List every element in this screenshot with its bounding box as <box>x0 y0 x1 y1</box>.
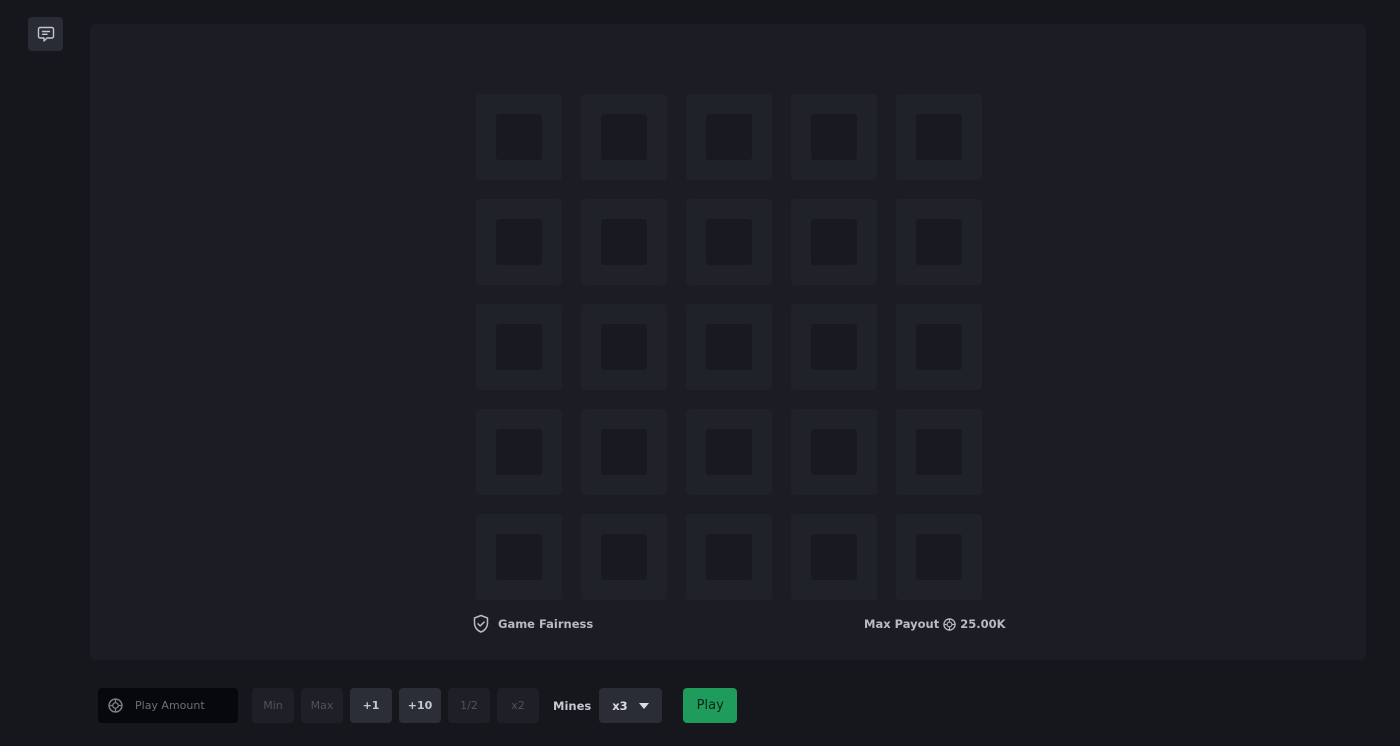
mine-tile[interactable] <box>896 94 982 180</box>
mines-select[interactable]: x3 <box>599 688 663 723</box>
mine-tile[interactable] <box>791 94 877 180</box>
plus-10-button[interactable]: +10 <box>399 688 441 723</box>
mine-tile[interactable] <box>686 199 772 285</box>
game-fairness-link[interactable]: Game Fairness <box>472 613 593 635</box>
mine-tile[interactable] <box>476 199 562 285</box>
half-button[interactable]: 1/2 <box>448 688 490 723</box>
mine-tile-inner <box>496 219 542 265</box>
max-payout-value: 25.00K <box>960 617 1006 631</box>
mine-tile-inner <box>496 429 542 475</box>
game-fairness-label: Game Fairness <box>498 617 594 631</box>
mine-tile[interactable] <box>581 199 667 285</box>
mine-tile-inner <box>811 114 857 160</box>
mine-tile-inner <box>916 114 962 160</box>
mine-tile-inner <box>601 429 647 475</box>
mine-tile[interactable] <box>896 514 982 600</box>
mine-tile-inner <box>916 324 962 370</box>
mine-tile[interactable] <box>686 304 772 390</box>
mines-label: Mines <box>553 698 592 713</box>
mine-tile[interactable] <box>896 409 982 495</box>
max-payout-label: Max Payout <box>864 617 940 631</box>
mine-tile[interactable] <box>581 409 667 495</box>
mine-tile[interactable] <box>791 304 877 390</box>
chat-icon <box>37 26 54 42</box>
page: Game Fairness Max Payout 25.00K Min <box>0 0 1400 746</box>
mine-grid <box>472 90 982 600</box>
mine-tile-inner <box>916 534 962 580</box>
shield-check-icon <box>473 614 489 633</box>
mine-tile-inner <box>601 324 647 370</box>
play-button[interactable]: Play <box>683 688 738 723</box>
mine-tile[interactable] <box>896 199 982 285</box>
mine-tile-inner <box>496 324 542 370</box>
mine-tile-inner <box>916 429 962 475</box>
coin-icon <box>108 698 123 713</box>
bet-controls: Min Max +1 +10 1/2 x2 Mines x3 Play <box>98 688 738 723</box>
mine-tile-inner <box>811 534 857 580</box>
mine-tile[interactable] <box>581 94 667 180</box>
mine-tile[interactable] <box>686 409 772 495</box>
mine-tile-inner <box>706 114 752 160</box>
mine-tile[interactable] <box>896 304 982 390</box>
mine-tile-inner <box>496 534 542 580</box>
mine-tile-inner <box>811 219 857 265</box>
mine-tile[interactable] <box>791 199 877 285</box>
mine-tile[interactable] <box>581 514 667 600</box>
mine-tile[interactable] <box>476 514 562 600</box>
mine-tile-inner <box>706 534 752 580</box>
mine-tile[interactable] <box>686 514 772 600</box>
mine-tile-inner <box>811 324 857 370</box>
mine-tile-inner <box>706 219 752 265</box>
double-button[interactable]: x2 <box>497 688 539 723</box>
mine-tile-inner <box>916 219 962 265</box>
mine-tile[interactable] <box>791 409 877 495</box>
mine-tile[interactable] <box>476 94 562 180</box>
mine-tile-inner <box>601 219 647 265</box>
coin-icon <box>943 617 956 631</box>
mine-tile[interactable] <box>791 514 877 600</box>
mine-tile[interactable] <box>476 304 562 390</box>
max-payout: Max Payout 25.00K <box>864 613 1006 635</box>
plus-1-button[interactable]: +1 <box>350 688 392 723</box>
mine-tile[interactable] <box>581 304 667 390</box>
caret-down-icon <box>639 702 650 709</box>
mine-tile-inner <box>601 114 647 160</box>
mine-tile-inner <box>496 114 542 160</box>
max-button[interactable]: Max <box>301 688 343 723</box>
min-button[interactable]: Min <box>252 688 294 723</box>
mine-tile[interactable] <box>686 94 772 180</box>
play-amount-input[interactable] <box>133 698 237 713</box>
mine-tile-inner <box>601 534 647 580</box>
mine-tile-inner <box>706 429 752 475</box>
mines-value: x3 <box>612 698 628 713</box>
play-amount-field[interactable] <box>98 688 238 723</box>
mine-tile-inner <box>811 429 857 475</box>
mine-tile[interactable] <box>476 409 562 495</box>
mine-tile-inner <box>706 324 752 370</box>
chat-button[interactable] <box>28 17 63 51</box>
